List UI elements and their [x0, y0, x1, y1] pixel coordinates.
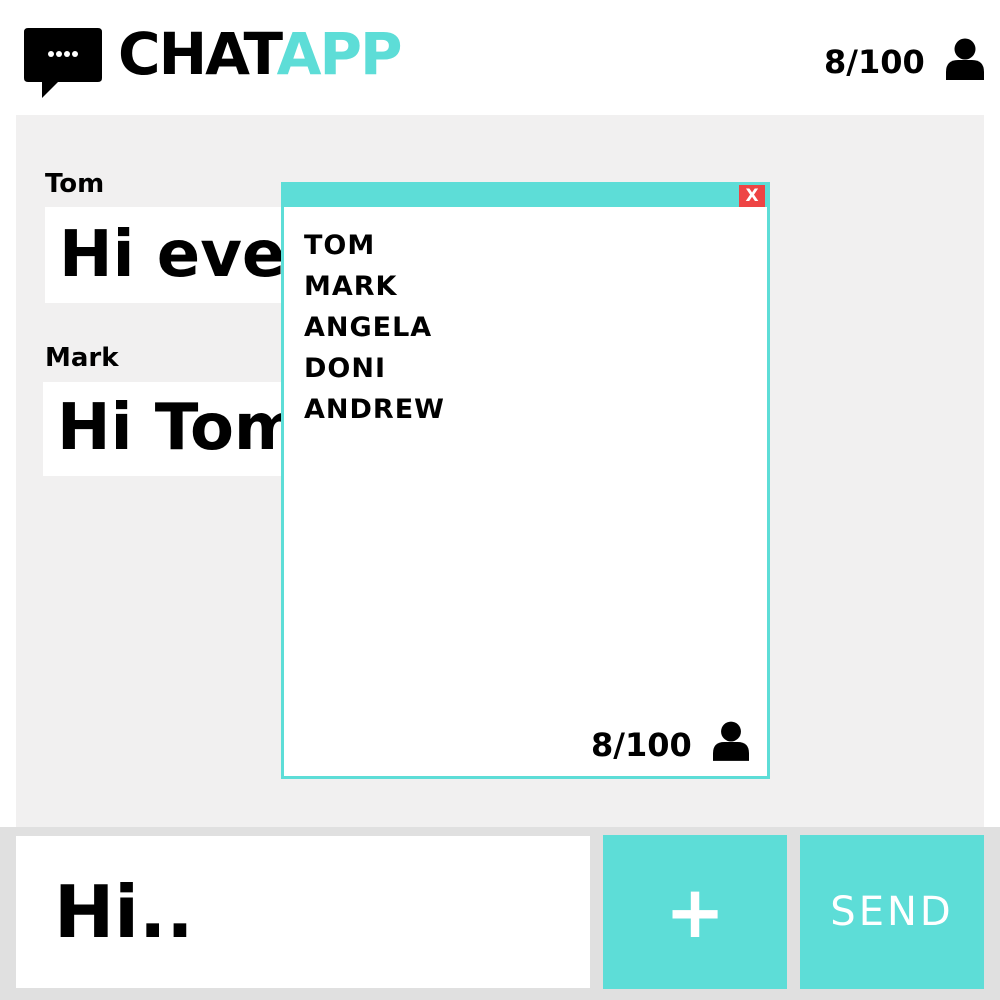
app-title-part1: CHAT — [118, 20, 279, 88]
message-bubble: Hi eve — [45, 207, 305, 303]
message-sender: Mark — [45, 343, 119, 373]
app-title-part2: APP — [276, 20, 403, 88]
message-sender: Tom — [45, 169, 105, 199]
message-composer: + SEND — [0, 827, 1000, 1000]
popup-title-bar[interactable]: X — [284, 185, 767, 207]
add-button[interactable]: + — [603, 835, 787, 989]
member-list-item[interactable]: DONI — [304, 348, 445, 389]
member-list-item[interactable]: ANGELA — [304, 307, 445, 348]
member-list-item[interactable]: MARK — [304, 266, 445, 307]
message-input[interactable] — [16, 836, 590, 988]
member-list-item[interactable]: TOM — [304, 225, 445, 266]
user-icon[interactable] — [946, 38, 984, 80]
popup-user-count: 8/100 — [591, 726, 692, 764]
members-popup: X TOM MARK ANGELA DONI ANDREW 8/100 — [281, 182, 770, 779]
user-icon — [713, 721, 749, 761]
send-button[interactable]: SEND — [800, 835, 984, 989]
member-list-item[interactable]: ANDREW — [304, 389, 445, 430]
message-bubble: Hi Tom — [43, 382, 303, 476]
app-title: CHATAPP — [118, 20, 403, 88]
close-button[interactable]: X — [739, 185, 765, 207]
app-header: CHATAPP 8/100 — [0, 0, 1000, 115]
chat-bubble-icon — [24, 28, 102, 98]
online-user-count: 8/100 — [824, 43, 925, 81]
member-list: TOM MARK ANGELA DONI ANDREW — [304, 225, 445, 430]
